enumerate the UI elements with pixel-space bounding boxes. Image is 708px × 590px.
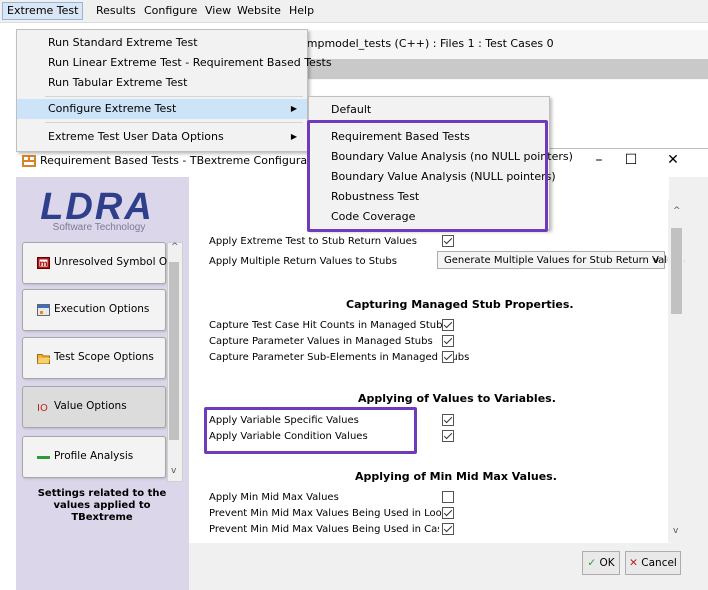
nav-label: Value Options: [54, 400, 127, 412]
nav-label: Profile Analysis: [54, 450, 134, 462]
menu-website[interactable]: Website: [233, 3, 285, 19]
menubar: Extreme Test Results Configure View Webs…: [0, 0, 708, 23]
option-checkbox[interactable]: [442, 319, 454, 331]
menu-item-run-tabular[interactable]: Run Tabular Extreme Test: [17, 73, 307, 93]
value-io-icon: IO: [37, 403, 48, 413]
menu-item-label: Configure Extreme Test: [48, 102, 177, 115]
option-checkbox[interactable]: [442, 414, 454, 426]
nav-profile-analysis[interactable]: Profile Analysis: [22, 436, 166, 478]
logo-subtitle: Software Technology: [52, 222, 146, 233]
submenu-arrow-icon: ▶: [290, 104, 297, 113]
content-scrollbar-thumb[interactable]: [671, 228, 682, 314]
nav-scroll-down-icon[interactable]: v: [171, 466, 176, 476]
unresolved-symbol-icon: m: [37, 257, 50, 269]
nav-test-scope-options[interactable]: Test Scope Options: [22, 337, 166, 379]
submenu-item-default[interactable]: Default: [309, 100, 371, 120]
menu-separator: [45, 96, 303, 97]
option-checkbox[interactable]: [442, 523, 454, 535]
option-checkbox[interactable]: [442, 430, 454, 442]
cancel-label: Cancel: [641, 557, 677, 569]
option-checkbox[interactable]: [442, 507, 454, 519]
menu-results[interactable]: Results: [92, 3, 140, 19]
background-app-toolbar: [290, 59, 708, 79]
content-scroll-down-icon[interactable]: v: [673, 526, 678, 536]
menu-item-label: Extreme Test User Data Options: [48, 130, 224, 143]
nav-unresolved-symbol-options[interactable]: m Unresolved Symbol Opti: [22, 242, 181, 284]
options-nav-pane: [16, 177, 189, 590]
chevron-down-icon: v: [653, 256, 659, 266]
background-app-title: ampmodel_tests (C++) : Files 1 : Test Ca…: [300, 37, 554, 50]
app-icon: [22, 155, 36, 167]
menu-item-run-linear[interactable]: Run Linear Extreme Test - Requirement Ba…: [17, 53, 332, 73]
option-checkbox[interactable]: [442, 491, 454, 503]
option-label: Apply Multiple Return Values to Stubs: [209, 256, 397, 267]
check-icon: ✓: [587, 557, 597, 569]
highlight-box-variable-values: [204, 407, 417, 454]
ok-label: OK: [599, 557, 615, 569]
content-scroll-up-icon[interactable]: ^: [673, 206, 681, 216]
menu-view[interactable]: View: [201, 3, 235, 19]
execution-icon: [37, 304, 50, 316]
highlight-box-submenu: [307, 120, 548, 232]
option-checkbox[interactable]: [442, 235, 454, 247]
nav-description: Settings related to the values applied t…: [37, 488, 167, 523]
svg-text:m: m: [39, 259, 47, 268]
menu-extreme-test[interactable]: Extreme Test: [2, 2, 84, 20]
nav-value-options[interactable]: IO Value Options: [22, 386, 166, 428]
ok-button[interactable]: ✓ OK: [582, 551, 620, 575]
nav-scrollbar-thumb[interactable]: [169, 262, 179, 440]
close-button[interactable]: ✕: [658, 150, 688, 170]
menu-help[interactable]: Help: [285, 3, 318, 19]
option-label: Prevent Min Mid Max Values Being Used in…: [209, 508, 454, 519]
minimize-button[interactable]: –: [584, 150, 614, 170]
dialog-title: Requirement Based Tests - TBextreme Conf…: [40, 154, 348, 167]
nav-label: Test Scope Options: [54, 351, 154, 363]
cancel-button[interactable]: ✕ Cancel: [625, 551, 681, 575]
section-heading: Applying of Values to Variables.: [358, 392, 556, 405]
extreme-test-menu: Run Standard Extreme Test Run Linear Ext…: [16, 29, 332, 152]
option-label: Capture Parameter Sub-Elements in Manage…: [209, 352, 470, 363]
option-label: Apply Extreme Test to Stub Return Values: [209, 236, 417, 247]
option-checkbox[interactable]: [442, 335, 454, 347]
section-heading: Capturing Managed Stub Properties.: [346, 298, 574, 311]
option-checkbox[interactable]: [442, 351, 454, 363]
profile-icon: [37, 456, 50, 459]
menu-item-configure-extreme[interactable]: Configure Extreme Test ▶: [17, 99, 307, 119]
nav-scroll-up-icon[interactable]: ^: [171, 242, 179, 252]
folder-icon: [37, 354, 50, 364]
option-label: Apply Min Mid Max Values: [209, 492, 339, 503]
menu-item-user-data-options[interactable]: Extreme Test User Data Options ▶: [17, 127, 307, 147]
section-heading: Applying of Min Mid Max Values.: [355, 470, 557, 483]
option-label: Capture Test Case Hit Counts in Managed …: [209, 320, 448, 331]
menu-separator: [45, 122, 303, 123]
option-label: Capture Parameter Values in Managed Stub…: [209, 336, 433, 347]
option-label: Prevent Min Mid Max Values Being Used in…: [209, 524, 439, 535]
menu-item-run-standard[interactable]: Run Standard Extreme Test: [17, 33, 307, 53]
nav-label: Execution Options: [54, 303, 150, 315]
select-value: Generate Multiple Values for Stub Return…: [444, 255, 685, 266]
nav-execution-options[interactable]: Execution Options: [22, 289, 166, 331]
cross-icon: ✕: [629, 557, 638, 569]
maximize-button[interactable]: ☐: [616, 150, 646, 170]
svg-text:IO: IO: [37, 403, 48, 413]
nav-label: Unresolved Symbol Opti: [54, 256, 181, 268]
stub-return-values-select[interactable]: Generate Multiple Values for Stub Return…: [437, 251, 685, 269]
menu-configure[interactable]: Configure: [140, 3, 201, 19]
submenu-arrow-icon: ▶: [290, 132, 297, 141]
